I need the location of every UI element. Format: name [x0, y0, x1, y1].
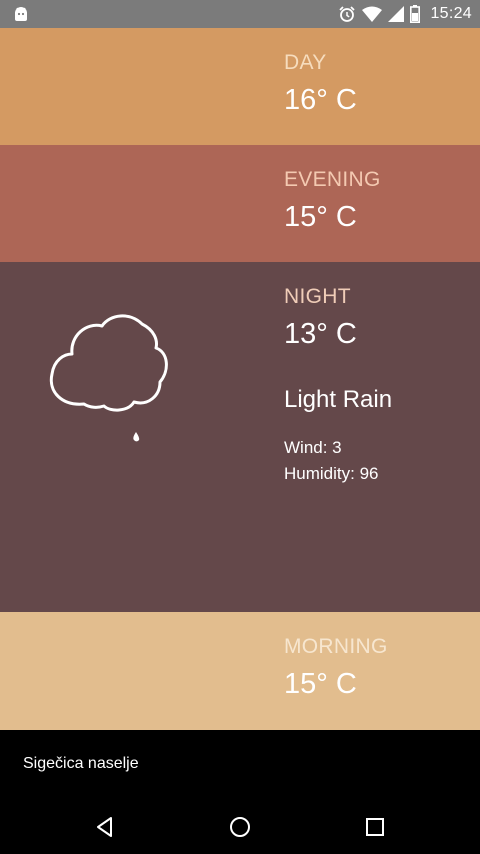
night-panel[interactable]: NIGHT 13° C Light Rain Wind: 3 Humidity:… [0, 262, 480, 612]
temperature-night: 13° C [284, 318, 357, 350]
humidity-value: Humidity: 96 [284, 464, 379, 483]
status-bar: 15:24 [0, 0, 480, 28]
period-label-night: NIGHT [284, 285, 351, 308]
navigation-bar [0, 800, 480, 854]
alarm-icon [339, 6, 356, 22]
period-label-day: DAY [284, 51, 327, 74]
period-label-morning: MORNING [284, 635, 388, 658]
back-button[interactable] [90, 812, 120, 842]
recents-button[interactable] [360, 812, 390, 842]
day-panel[interactable]: DAY 16° C [0, 28, 480, 145]
recents-icon [366, 818, 384, 836]
wifi-icon [362, 6, 383, 22]
weather-condition: Light Rain [284, 386, 393, 413]
home-icon [230, 817, 250, 837]
morning-panel[interactable]: MORNING 15° C [0, 612, 480, 730]
signal-icon [388, 6, 405, 22]
rain-cloud-icon [49, 314, 168, 442]
status-time: 15:24 [430, 5, 472, 22]
period-label-evening: EVENING [284, 168, 381, 191]
status-icons: 15:24 [338, 0, 472, 28]
back-icon [97, 817, 112, 837]
temperature-morning: 15° C [284, 668, 357, 700]
weather-screen: 15:24 DAY 16° C EVENING 15° C NIGHT 13° … [0, 0, 480, 854]
evening-panel[interactable]: EVENING 15° C [0, 145, 480, 262]
battery-icon [410, 5, 421, 23]
home-button[interactable] [225, 812, 255, 842]
location-bar: Sigečica naselje [0, 730, 480, 800]
temperature-day: 16° C [284, 84, 357, 116]
android-app-icon [15, 7, 27, 21]
temperature-evening: 15° C [284, 201, 357, 233]
location-name: Sigečica naselje [23, 755, 139, 772]
wind-value: Wind: 3 [284, 438, 342, 457]
